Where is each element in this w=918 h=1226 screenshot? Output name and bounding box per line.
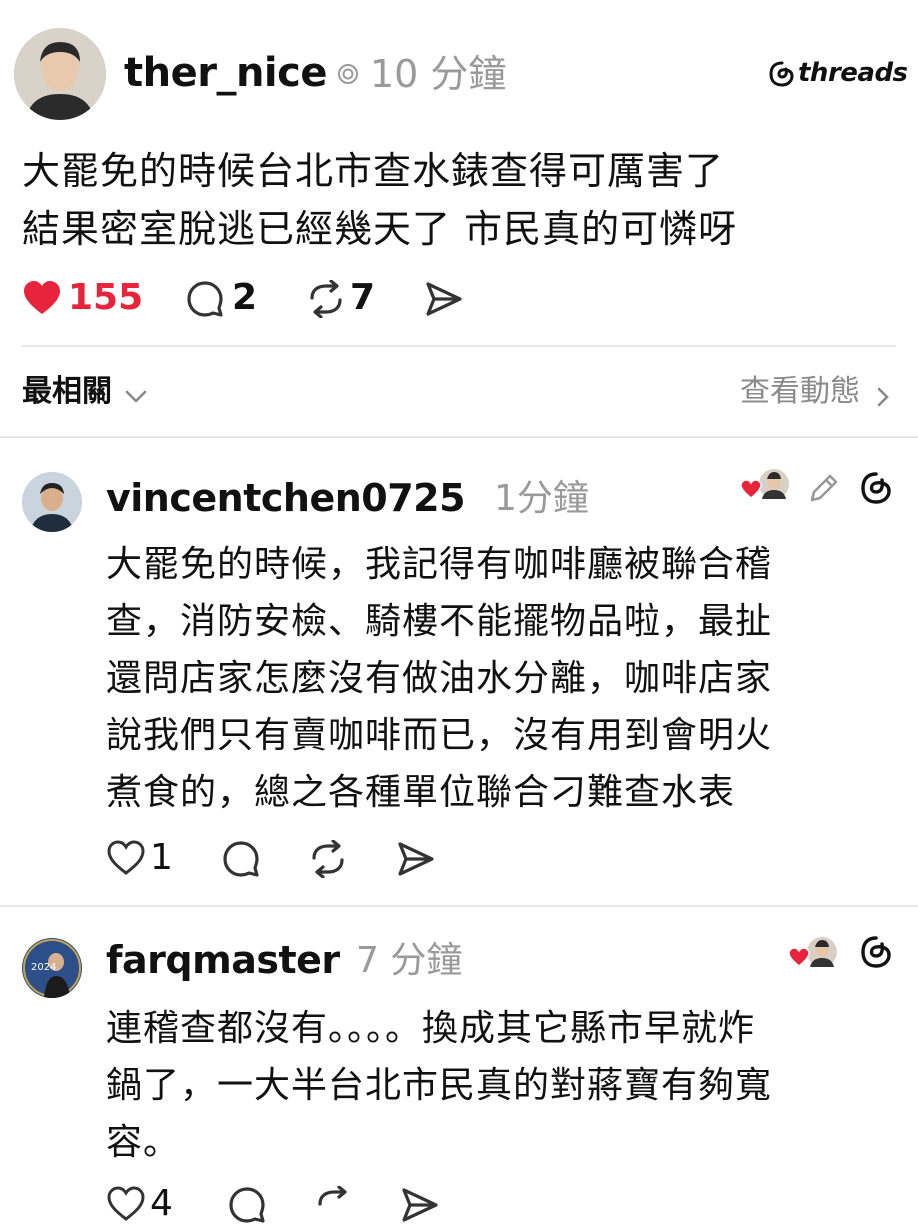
threads-brand-text: threads bbox=[798, 58, 908, 88]
threads-icon[interactable] bbox=[858, 470, 894, 506]
comment-line: 還問店家怎麼沒有做油水分離，咖啡店家 bbox=[106, 658, 773, 699]
repost-icon[interactable] bbox=[306, 280, 346, 318]
author-liked-badge bbox=[740, 468, 792, 504]
share-send-icon[interactable] bbox=[400, 1186, 440, 1224]
reply-icon[interactable] bbox=[186, 280, 224, 318]
sort-label: 最相關 bbox=[22, 374, 112, 409]
comment-line: 說我們只有賣咖啡而已，沒有用到會明火 bbox=[106, 715, 773, 756]
comment-line: 大罷免的時候，我記得有咖啡廳被聯合稽 bbox=[106, 544, 773, 585]
reply-icon[interactable] bbox=[222, 840, 260, 878]
verified-ring-icon bbox=[335, 61, 361, 87]
reply-count: 2 bbox=[232, 277, 258, 318]
post-line: 大罷免的時候台北市查水錶查得可厲害了 bbox=[22, 149, 725, 193]
post-time: 10 分鐘 bbox=[370, 52, 507, 96]
comment-line: 容。 bbox=[106, 1122, 181, 1163]
like-heart-outline-icon[interactable] bbox=[106, 840, 146, 876]
comment-line: 鍋了，一大半台北市民真的對蔣寶有夠寬 bbox=[106, 1065, 773, 1106]
sort-dropdown[interactable]: 最相關 bbox=[22, 372, 147, 412]
repost-icon[interactable] bbox=[314, 1186, 354, 1224]
comment-body: 大罷免的時候，我記得有咖啡廳被聯合稽 查，消防安檢、騎樓不能擺物品啦，最扯 還問… bbox=[106, 536, 896, 821]
comment-avatar[interactable]: 2024 bbox=[22, 938, 82, 998]
repost-icon[interactable] bbox=[308, 840, 348, 878]
post-line: 結果密室脫逃已經幾天了 市民真的可憐呀 bbox=[22, 207, 738, 251]
comment-line: 查，消防安檢、騎樓不能擺物品啦，最扯 bbox=[106, 601, 773, 642]
repost-count: 7 bbox=[350, 277, 376, 318]
post-body: 大罷免的時候台北市查水錶查得可厲害了 結果密室脫逃已經幾天了 市民真的可憐呀 bbox=[22, 142, 902, 258]
like-heart-icon[interactable] bbox=[22, 280, 62, 316]
comment-time: 7 分鐘 bbox=[356, 940, 463, 981]
threads-icon[interactable] bbox=[858, 934, 894, 970]
threads-logo-icon bbox=[768, 60, 796, 88]
edit-pencil-icon[interactable] bbox=[806, 472, 840, 506]
share-send-icon[interactable] bbox=[424, 280, 464, 318]
view-activity-link[interactable]: 查看動態 bbox=[740, 372, 889, 412]
comment-username[interactable]: farqmaster bbox=[106, 936, 340, 984]
comment-username[interactable]: vincentchen0725 bbox=[106, 474, 466, 522]
reply-icon[interactable] bbox=[228, 1186, 266, 1224]
like-count: 155 bbox=[68, 277, 144, 318]
comment-divider bbox=[0, 905, 918, 907]
comment-avatar[interactable] bbox=[22, 472, 82, 532]
like-heart-outline-icon[interactable] bbox=[106, 1186, 146, 1222]
author-liked-badge bbox=[788, 936, 840, 972]
post-divider bbox=[22, 345, 896, 347]
comment-like-count: 1 bbox=[150, 837, 173, 878]
comment-body: 連稽查都沒有。。。。換成其它縣市早就炸 鍋了，一大半台北市民真的對蔣寶有夠寬 容… bbox=[106, 1000, 896, 1171]
comment-time: 1分鐘 bbox=[494, 478, 589, 519]
post-username[interactable]: ther_nice bbox=[124, 48, 327, 98]
chevron-right-icon bbox=[877, 387, 889, 407]
section-divider bbox=[0, 436, 918, 438]
comment-line: 煮食的，總之各種單位聯合刁難查水表 bbox=[106, 772, 736, 813]
view-activity-label: 查看動態 bbox=[740, 374, 860, 409]
comment-like-count: 4 bbox=[150, 1183, 173, 1224]
svg-text:2024: 2024 bbox=[31, 962, 56, 973]
share-send-icon[interactable] bbox=[396, 840, 436, 878]
chevron-down-icon bbox=[125, 390, 147, 404]
post-author-avatar[interactable] bbox=[14, 28, 106, 120]
comment-line: 連稽查都沒有。。。。換成其它縣市早就炸 bbox=[106, 1008, 756, 1049]
